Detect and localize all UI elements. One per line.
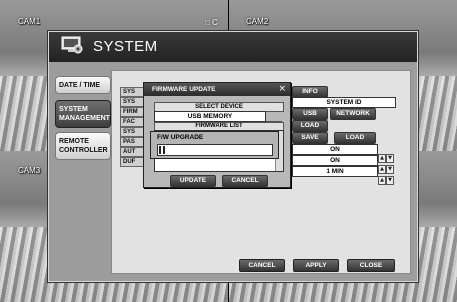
system-id-field[interactable]: SYSTEM ID bbox=[292, 97, 396, 108]
close-icon[interactable]: × bbox=[278, 84, 286, 94]
record-indicator: □ C bbox=[205, 18, 218, 27]
fw-upgrade-panel: F/W UPGRADE bbox=[150, 131, 279, 159]
upgrade-progress-fill bbox=[159, 146, 166, 154]
auto-value[interactable]: ON bbox=[292, 155, 378, 166]
camera-label-2: CAM2 bbox=[246, 17, 269, 26]
monitor-gear-icon bbox=[61, 36, 83, 54]
arrow-down-icon[interactable]: ▼ bbox=[386, 176, 394, 185]
duration-stepper[interactable]: ▲ ▼ bbox=[378, 166, 395, 185]
window-header: SYSTEM bbox=[49, 32, 417, 62]
dialog-header: FIRMWARE UPDATE × bbox=[144, 83, 290, 96]
nav-remote-controller[interactable]: REMOTE CONTROLLER bbox=[55, 132, 111, 160]
password-value[interactable]: ON bbox=[292, 144, 378, 155]
camera-label-1: CAM1 bbox=[18, 17, 41, 26]
camera-label-3: CAM3 bbox=[18, 166, 41, 175]
upgrade-progress-bar bbox=[157, 144, 273, 156]
device-stepper[interactable]: ▲▼ bbox=[266, 111, 283, 130]
dialog-cancel-button[interactable]: CANCEL bbox=[222, 175, 268, 187]
apply-button[interactable]: APPLY bbox=[293, 259, 339, 272]
cancel-button[interactable]: CANCEL bbox=[239, 259, 285, 272]
duration-value[interactable]: 1 MIN bbox=[292, 166, 378, 177]
network-button[interactable]: NETWORK bbox=[330, 108, 376, 120]
arrow-up-icon[interactable]: ▲ bbox=[378, 176, 386, 185]
close-button[interactable]: CLOSE bbox=[347, 259, 395, 272]
password-stepper[interactable]: ▲ ▼ bbox=[378, 144, 395, 163]
save-config-button[interactable]: SAVE bbox=[292, 132, 328, 144]
dialog-title: FIRMWARE UPDATE bbox=[152, 86, 216, 93]
usb-button[interactable]: USB bbox=[292, 108, 328, 120]
window-title: SYSTEM bbox=[93, 38, 158, 55]
upgrade-label: F/W UPGRADE bbox=[157, 134, 204, 141]
nav-date-time[interactable]: DATE / TIME bbox=[55, 76, 111, 94]
auto-stepper[interactable]: ▲ ▼ bbox=[378, 155, 395, 174]
nav-system-management[interactable]: SYSTEM MANAGEMENT bbox=[55, 100, 111, 128]
device-select[interactable]: USB MEMORY bbox=[154, 111, 266, 122]
load-config-button[interactable]: LOAD bbox=[334, 132, 376, 144]
load-button[interactable]: LOAD bbox=[292, 120, 328, 132]
update-button[interactable]: UPDATE bbox=[170, 175, 216, 187]
